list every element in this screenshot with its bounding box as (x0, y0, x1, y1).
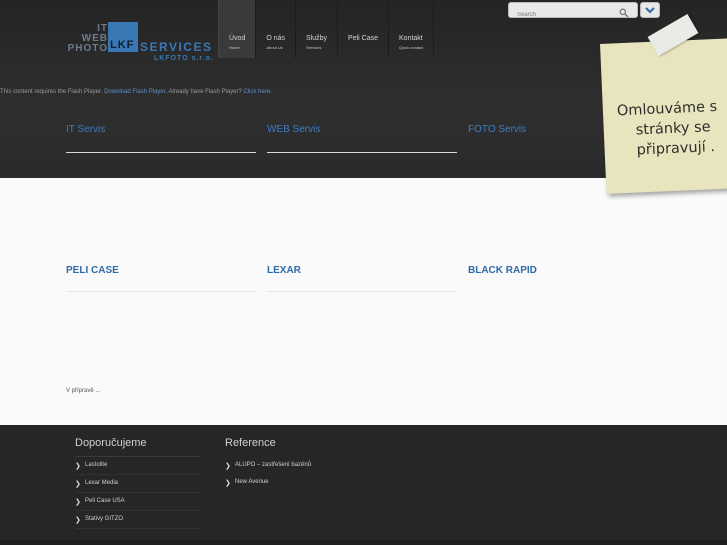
nav-sublabel: Home (229, 45, 240, 50)
footer-link-label: Peli Case USA (85, 498, 125, 504)
flash-message: This content requires the Flash Player. … (0, 89, 272, 95)
footer-link[interactable]: ❯ New Avenue (225, 474, 351, 491)
service-it[interactable]: IT Servis (66, 119, 256, 153)
divider (267, 152, 457, 153)
nav-item-sluzby[interactable]: Služby Services (295, 0, 337, 58)
nav-sublabel: Services (306, 45, 322, 50)
footer: Doporučujeme ❯ Lastolite ❯ Lexar Media ❯… (0, 425, 727, 545)
logo-lkf-box: LKF (108, 22, 138, 52)
search-input[interactable] (515, 8, 615, 22)
chevron-right-icon: ❯ (75, 517, 81, 524)
category-black-rapid[interactable]: BLACK RAPID (468, 260, 658, 278)
download-flash-link[interactable]: Download Flash Player (104, 89, 165, 95)
footer-heading: Doporučujeme (75, 437, 147, 449)
service-web[interactable]: WEB Servis (267, 119, 457, 153)
nav-label: O nás (266, 35, 286, 42)
nav-label: Služby (306, 35, 328, 42)
footer-link[interactable]: ❯ ALUPO – zastřešení bazénů (225, 457, 351, 474)
chevron-right-icon: ❯ (75, 499, 81, 506)
logo-company: LKFOTO s.r.o. (154, 55, 214, 62)
footer-reference: Reference ❯ ALUPO – zastřešení bazénů ❯ … (225, 437, 355, 491)
logo-services: SERVICES (140, 40, 213, 54)
nav-item-kontakt[interactable]: Kontakt Quick contact (388, 0, 435, 58)
main-content: PELI CASE LEXAR BLACK RAPID V přípravě .… (0, 178, 727, 425)
logo-lkf: LKF (110, 39, 135, 51)
nav-label: Úvod (229, 35, 246, 42)
footer-recommend: Doporučujeme ❯ Lastolite ❯ Lexar Media ❯… (75, 437, 205, 529)
nav-label: Peli Case (348, 35, 379, 42)
flash-already-text: . Already have Flash Player? (165, 89, 242, 95)
chevron-right-icon: ❯ (75, 481, 81, 488)
category-title: BLACK RAPID (468, 265, 537, 276)
service-title: FOTO Servis (468, 124, 527, 135)
click-here-link[interactable]: Click here. (243, 89, 271, 95)
footer-link-label: Stativy GITZO (85, 516, 124, 522)
status-text: V přípravě ... (66, 388, 101, 394)
nav-sublabel: Quick contact (399, 45, 424, 50)
sticky-note: Omlouváme s stránky se připravují . (600, 37, 727, 194)
divider (66, 291, 256, 292)
divider (267, 291, 457, 292)
note-text: Omlouváme s stránky se připravují . (617, 93, 727, 162)
chevron-right-icon: ❯ (75, 463, 81, 470)
category-title: LEXAR (267, 265, 301, 276)
footer-link[interactable]: ❯ Stativy GITZO (75, 511, 201, 529)
search-icon[interactable] (619, 5, 629, 18)
footer-link[interactable]: ❯ Lexar Media (75, 475, 201, 493)
nav-item-o-nas[interactable]: O nás About Us (255, 0, 295, 58)
nav-sublabel: About Us (266, 45, 283, 50)
footer-link-label: Lastolite (85, 462, 108, 468)
note-line: Omlouváme s (616, 98, 718, 120)
nav-item-peli-case[interactable]: Peli Case (337, 0, 388, 58)
divider (66, 152, 256, 153)
site-logo[interactable]: IT WEB PHOTO LKF SERVICES LKFOTO s.r.o. (64, 20, 214, 68)
category-lexar[interactable]: LEXAR (267, 260, 457, 292)
search-dropdown-button[interactable] (640, 2, 660, 18)
nav-item-uvod[interactable]: Úvod Home (218, 0, 256, 58)
service-title: WEB Servis (267, 124, 321, 135)
category-peli-case[interactable]: PELI CASE (66, 260, 256, 292)
footer-link-label: Lexar Media (85, 480, 119, 486)
logo-photo: PHOTO (67, 43, 108, 54)
service-title: IT Servis (66, 124, 106, 135)
footer-bottom-bar (0, 540, 727, 545)
footer-link[interactable]: ❯ Peli Case USA (75, 493, 201, 511)
category-title: PELI CASE (66, 265, 119, 276)
chevron-right-icon: ❯ (225, 480, 231, 487)
main-nav: Úvod Home O nás About Us Služby Services… (218, 0, 435, 58)
nav-label: Kontakt (399, 35, 423, 42)
chevron-right-icon: ❯ (225, 463, 231, 470)
footer-heading: Reference (225, 437, 276, 449)
chevron-down-icon (641, 4, 659, 21)
footer-link[interactable]: ❯ Lastolite (75, 457, 201, 475)
flash-text: This content requires the Flash Player. (0, 89, 103, 95)
footer-link-label: ALUPO – zastřešení bazénů (235, 462, 312, 468)
search-box (508, 2, 638, 22)
footer-link-label: New Avenue (235, 479, 269, 485)
